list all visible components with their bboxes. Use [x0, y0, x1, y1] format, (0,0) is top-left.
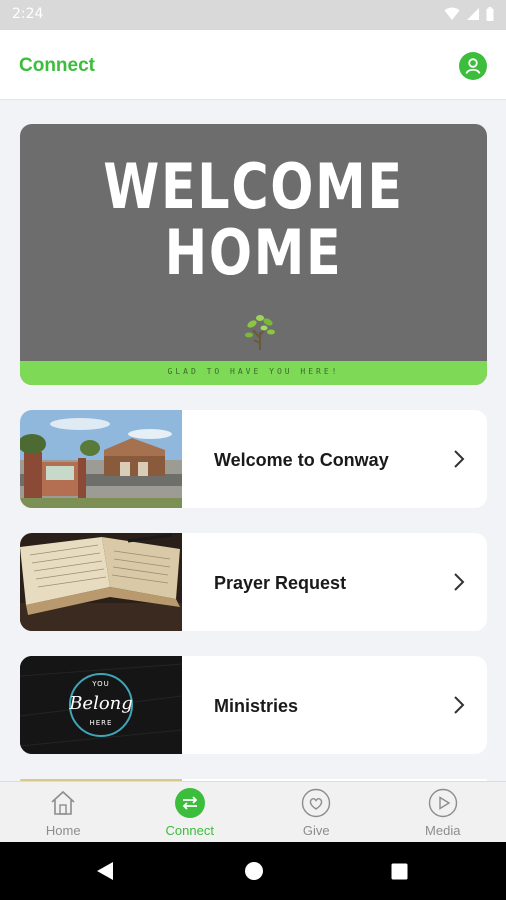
card-label: Prayer Request	[214, 573, 347, 593]
connect-icon	[174, 788, 205, 818]
status-time: 2:24	[12, 6, 44, 22]
you-belong-here-image: YOU Belong HERE	[20, 656, 182, 754]
banner-title-line1: WELCOME	[103, 150, 404, 223]
thumb-text-here: HERE	[89, 719, 113, 727]
status-bar: 2:24	[0, 0, 506, 30]
profile-button[interactable]	[459, 52, 487, 80]
user-icon	[465, 58, 481, 74]
home-icon	[51, 790, 75, 815]
thumb-text-belong: Belong	[69, 693, 133, 714]
wifi-icon	[444, 7, 460, 20]
tree-icon	[245, 315, 275, 350]
recents-icon[interactable]	[391, 863, 408, 880]
banner-title-line2: HOME	[164, 216, 343, 289]
nav-label: Connect	[165, 823, 214, 838]
chevron-right-icon	[454, 696, 465, 714]
banner-tagline: GLAD TO HAVE YOU HERE!	[167, 367, 340, 376]
card-prayer-request[interactable]: Prayer Request	[20, 533, 487, 631]
home-button-icon[interactable]	[244, 861, 264, 881]
nav-label: Home	[45, 823, 81, 838]
banner-strip: GLAD TO HAVE YOU HERE!	[20, 361, 487, 385]
nav-connect[interactable]: Connect	[127, 782, 254, 842]
nav-label: Media	[425, 823, 461, 838]
thumb-text-you: YOU	[92, 680, 110, 688]
signal-icon	[467, 8, 479, 20]
app-header: Connect	[0, 30, 506, 100]
nav-home[interactable]: Home	[0, 782, 127, 842]
church-building-image	[20, 410, 182, 508]
bottom-nav: Home Connect Give Media	[0, 781, 506, 842]
card-label: Ministries	[214, 696, 299, 716]
page-title: Connect	[19, 55, 95, 76]
card-ministries[interactable]: YOU Belong HERE Ministries	[20, 656, 487, 754]
chevron-right-icon	[454, 573, 465, 591]
open-bible-image	[20, 533, 182, 631]
heart-icon	[302, 788, 331, 818]
nav-give[interactable]: Give	[253, 782, 380, 842]
status-icons	[444, 7, 494, 21]
nav-label: Give	[302, 823, 330, 838]
card-label: Welcome to Conway	[214, 450, 389, 470]
system-nav-bar	[0, 842, 506, 900]
card-welcome-to-conway[interactable]: Welcome to Conway	[20, 410, 487, 508]
chevron-right-icon	[454, 450, 465, 468]
back-icon[interactable]	[96, 861, 114, 881]
welcome-banner[interactable]: WELCOME HOME GLAD TO HAVE YOU HERE!	[20, 124, 487, 385]
play-icon	[428, 788, 457, 818]
battery-icon	[486, 7, 494, 21]
nav-media[interactable]: Media	[380, 782, 506, 842]
